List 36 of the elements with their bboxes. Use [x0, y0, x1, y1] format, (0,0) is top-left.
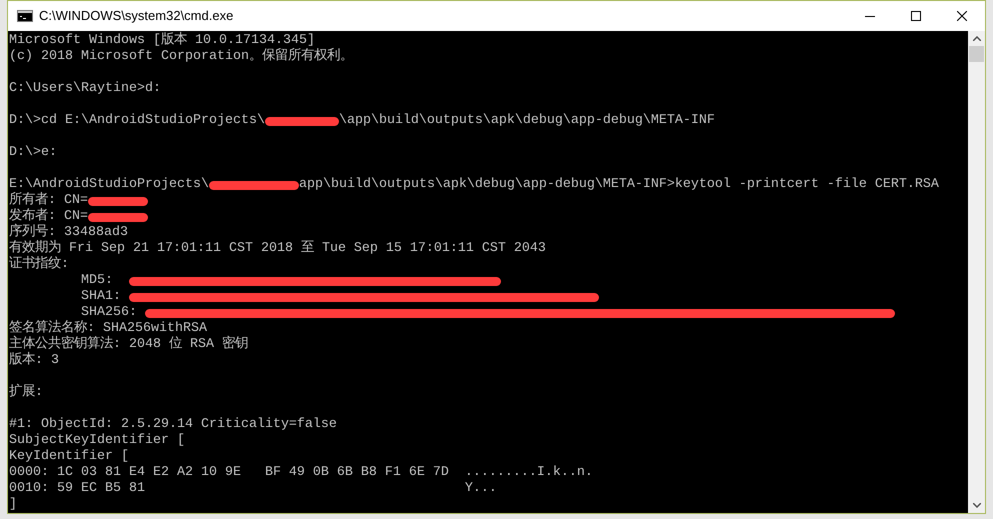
console-text: 序列号: 33488ad3 [9, 224, 128, 240]
scroll-down-icon [972, 503, 980, 508]
console-text: ] [9, 496, 17, 514]
console-text: 0000: 1C 03 81 E4 E2 A2 10 9E BF 49 0B 6B B8 F1 6E 7D .........I.k..n. [9, 464, 593, 482]
redaction-mark [88, 212, 148, 222]
console-text: SHA1: [80, 288, 122, 306]
console-text: MD5: [80, 272, 114, 290]
console-icon [17, 10, 33, 22]
console-text: 版本: 3 [9, 352, 59, 370]
console-text: D:\>e: [9, 144, 57, 162]
console-text: C:\Users\Raytine>d: [9, 80, 161, 98]
console-text: E:\AndroidStudioProjects\ [9, 176, 209, 192]
console-text: app\build\outputs\apk\debug\app-debug\META-INF>keytool -printcert -file CERT.RSA [298, 176, 939, 194]
console-text: SubjectKeyIdentifier [ [9, 432, 185, 449]
maximize-icon [911, 11, 921, 21]
console-text: SHA256: [80, 304, 138, 320]
scroll-up-icon [972, 36, 980, 41]
console-text: 发布者: CN= [9, 208, 88, 224]
console-text: #1: ObjectId: 2.5.29.14 Criticality=false [9, 416, 337, 433]
scrollbar-thumb[interactable] [969, 46, 984, 62]
console-text: D:\>cd E:\AndroidStudioProjects\ [9, 112, 265, 130]
redaction-mark [88, 196, 148, 206]
console-text: Microsoft Windows [版本 10.0.17134.345] [9, 32, 315, 48]
console-text: 扩展: [9, 384, 43, 402]
scrollbar[interactable] [968, 31, 985, 513]
console-text: 签名算法名称: SHA256withRSA [9, 320, 207, 336]
console-text: 0010: 59 EC B5 81 Y... [9, 480, 497, 497]
close-icon [957, 11, 967, 21]
window-title: C:\WINDOWS\system32\cmd.exe [39, 7, 234, 26]
console-text: (c) 2018 Microsoft Corporation。保留所有权利。 [9, 48, 353, 66]
console-text: 主体公共密钥算法: 2048 位 RSA 密钥 [9, 336, 248, 352]
console-text: 证书指纹: [9, 256, 69, 274]
console-text: \app\build\outputs\apk\debug\app-debug\META-INF [338, 112, 715, 130]
console-text: KeyIdentifier [ [9, 448, 129, 466]
console-text: 有效期为 Fri Sep 21 17:01:11 CST 2018 至 Tue Sep 15 17:01:11 CST 2043 [9, 240, 546, 256]
console-text: 所有者: CN= [9, 192, 88, 208]
